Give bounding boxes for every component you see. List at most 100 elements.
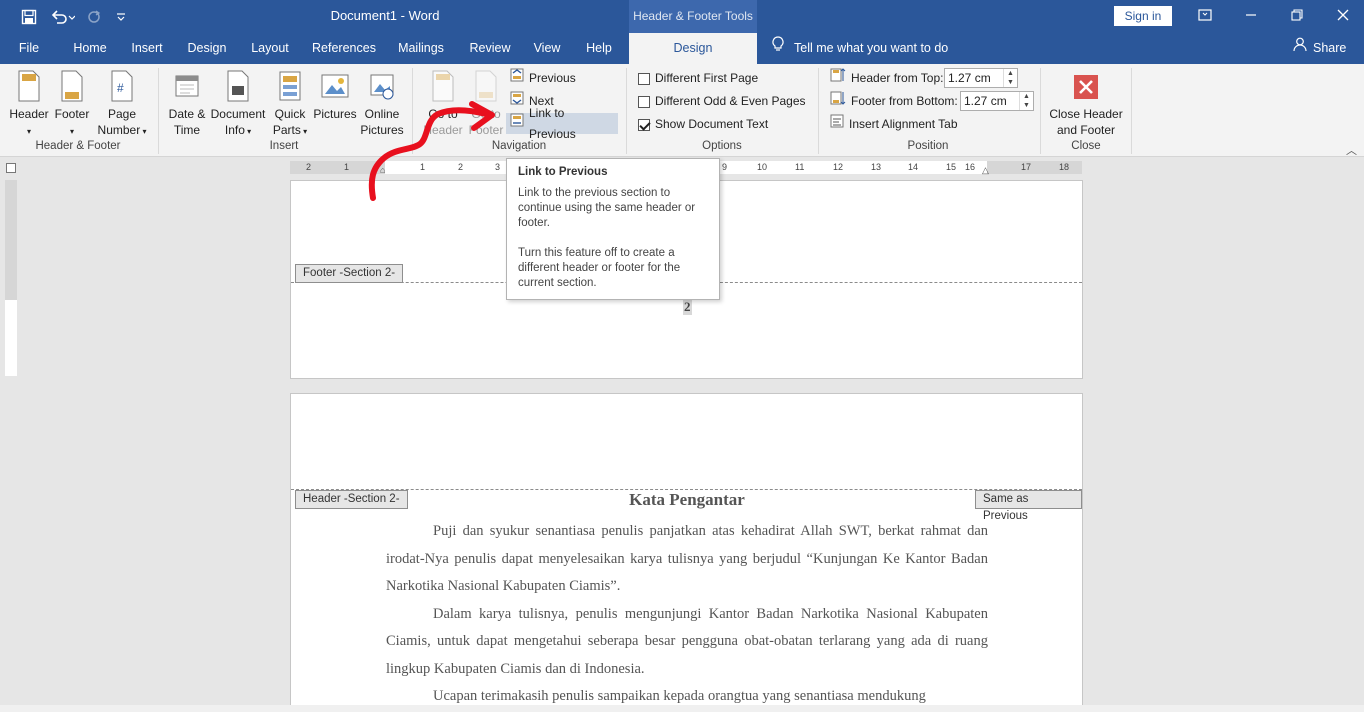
tab-hf-design[interactable]: Design [629, 33, 757, 64]
document-body[interactable]: Puji dan syukur senantiasa penulis panja… [386, 518, 988, 711]
tab-review[interactable]: Review [462, 33, 518, 64]
lightbulb-icon [772, 33, 784, 64]
ruler-number: 17 [1021, 162, 1032, 172]
spinner-arrows-icon[interactable]: ▲ ▼ [1019, 92, 1033, 110]
tab-design[interactable]: Design [180, 33, 234, 64]
ruler-number: 10 [757, 162, 768, 172]
tell-me-text: Tell me what you want to do [794, 41, 949, 55]
ruler-number: 9 [722, 162, 728, 172]
group-separator [626, 68, 627, 154]
redo-icon[interactable] [84, 0, 104, 33]
collapse-ribbon-icon[interactable]: ︿ [1346, 142, 1357, 158]
go-to-header-icon [432, 70, 454, 102]
spinner-arrows-icon[interactable]: ▲ ▼ [1003, 69, 1017, 87]
red-annotation-arrow-icon [368, 101, 495, 201]
tab-insert[interactable]: Insert [124, 33, 170, 64]
group-separator [1040, 68, 1041, 154]
tooltip-title: Link to Previous [518, 166, 608, 178]
previous-section-icon [510, 68, 524, 89]
page-number-button[interactable]: # Page Number ▾ [94, 68, 150, 138]
quick-parts-icon [279, 71, 301, 101]
insert-alignment-tab-button[interactable]: Insert Alignment Tab [826, 114, 962, 135]
header-from-top-input[interactable]: 1.27 cm ▲ ▼ [944, 68, 1018, 88]
undo-icon[interactable] [48, 0, 78, 33]
page-number-field[interactable]: 2 [683, 299, 692, 315]
ruler-number: 18 [1059, 162, 1070, 172]
paragraph: Dalam karya tulisnya, penulis mengunjung… [386, 605, 988, 677]
tab-mailings[interactable]: Mailings [390, 33, 452, 64]
show-document-text-checkbox[interactable]: Show Document Text [634, 114, 772, 135]
ribbon-tabs: File Home Insert Design Layout Reference… [0, 33, 1364, 64]
person-icon [1293, 33, 1307, 64]
checkbox-unchecked [638, 72, 650, 85]
header-from-top-label: Header from Top: [826, 68, 948, 89]
ribbon: Header ▾ Footer ▾ # Page Number ▾ Header & … [0, 64, 1364, 157]
contextual-tab-label: Header & Footer Tools [629, 0, 757, 33]
footer-position-icon [830, 91, 846, 112]
ribbon-display-options-icon[interactable] [1182, 0, 1228, 33]
group-separator [818, 68, 819, 154]
ruler-number: 14 [908, 162, 919, 172]
tab-layout[interactable]: Layout [244, 33, 296, 64]
tab-selector-icon[interactable] [6, 163, 16, 173]
group-label-insert: Insert [269, 140, 299, 152]
checkbox-checked [638, 118, 650, 131]
previous-button[interactable]: Previous [506, 68, 580, 89]
group-label-options: Options [702, 140, 742, 152]
tab-view[interactable]: View [526, 33, 568, 64]
tab-home[interactable]: Home [62, 33, 118, 64]
group-label-header-footer: Header & Footer [35, 140, 121, 152]
footer-icon [61, 70, 83, 102]
ruler-number: 12 [833, 162, 844, 172]
tab-file[interactable]: File [10, 33, 48, 64]
tooltip-text: Turn this feature off to create a differ… [518, 247, 681, 289]
pictures-button[interactable]: Pictures [312, 68, 358, 138]
group-label-position: Position [907, 140, 949, 152]
calendar-icon [175, 75, 199, 97]
page-number-icon: # [111, 70, 133, 102]
save-icon[interactable] [18, 0, 40, 33]
status-bar-edge [0, 705, 1364, 712]
share-button[interactable]: Share [1293, 33, 1346, 64]
document-info-button[interactable]: Document Info ▾ [208, 68, 268, 138]
tab-references[interactable]: References [306, 33, 382, 64]
header-position-icon [830, 68, 846, 89]
group-separator [1131, 68, 1132, 154]
document-title: Document1 - Word [330, 8, 440, 23]
date-time-button[interactable]: Date & Time [164, 68, 210, 138]
tell-me-box[interactable]: Tell me what you want to do [772, 33, 948, 64]
right-indent-marker-icon[interactable]: △ [982, 165, 989, 176]
different-odd-even-checkbox[interactable]: Different Odd & Even Pages [634, 91, 810, 112]
different-first-page-checkbox[interactable]: Different First Page [634, 68, 762, 89]
paragraph: Puji dan syukur senantiasa penulis panja… [386, 523, 988, 594]
link-icon [510, 113, 524, 134]
link-to-previous-button[interactable]: Link to Previous [506, 106, 618, 141]
footer-button[interactable]: Footer ▾ [52, 68, 92, 138]
ruler-number: 13 [871, 162, 882, 172]
document-heading[interactable]: Kata Pengantar [386, 490, 988, 510]
svg-text:#: # [117, 81, 124, 95]
ruler-number: 1 [344, 162, 350, 172]
close-header-footer-button[interactable]: Close Header and Footer [1046, 68, 1126, 138]
customize-qat-icon[interactable] [112, 0, 130, 33]
header-button[interactable]: Header ▾ [6, 68, 52, 138]
link-to-previous-tooltip: Link to Previous Link to the previous se… [506, 158, 720, 300]
restore-icon[interactable] [1274, 0, 1320, 33]
sign-in-button[interactable]: Sign in [1114, 6, 1172, 26]
title-bar: Document1 - Word Header & Footer Tools S… [0, 0, 1364, 33]
group-label-close: Close [1071, 140, 1101, 152]
next-section-icon [510, 91, 524, 112]
same-as-previous-tag: Same as Previous [975, 490, 1082, 522]
quick-parts-button[interactable]: Quick Parts ▾ [268, 68, 312, 138]
minimize-icon[interactable] [1228, 0, 1274, 33]
vertical-ruler[interactable] [5, 180, 17, 376]
footer-from-bottom-input[interactable]: 1.27 cm ▲ ▼ [960, 91, 1034, 111]
footer-section-tag: Footer -Section 2- [295, 264, 404, 283]
checkbox-unchecked [638, 95, 650, 108]
tab-help[interactable]: Help [578, 33, 620, 64]
ruler-number: 11 [795, 162, 805, 172]
close-window-icon[interactable] [1320, 0, 1364, 33]
footer-from-bottom-label: Footer from Bottom: [826, 91, 962, 112]
header-icon [18, 70, 40, 102]
alignment-tab-icon [830, 114, 844, 135]
